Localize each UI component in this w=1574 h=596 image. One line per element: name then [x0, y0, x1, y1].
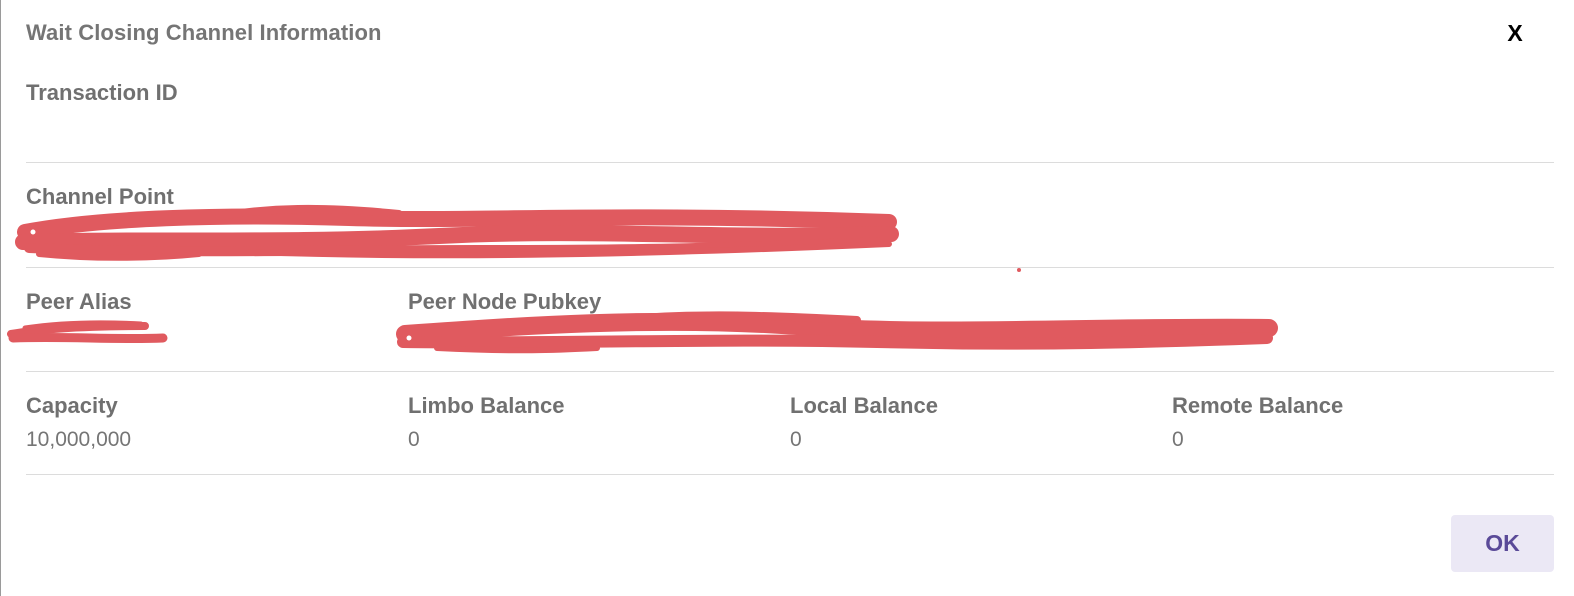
local-balance-label: Local Balance	[790, 393, 938, 418]
transaction-id-label: Transaction ID	[26, 80, 178, 105]
limbo-balance-value: 0	[408, 428, 420, 451]
channel-point-redaction	[15, 204, 899, 261]
limbo-balance-field: Limbo Balance 0	[408, 372, 564, 452]
peer-alias-field: Peer Alias	[26, 268, 132, 315]
capacity-value: 10,000,000	[26, 428, 132, 451]
redaction-dot	[1017, 268, 1021, 272]
remote-balance-value: 0	[1172, 428, 1184, 451]
remote-balance-label: Remote Balance	[1172, 393, 1344, 418]
local-balance-field: Local Balance 0	[790, 372, 938, 452]
capacity-field: Capacity 10,000,000	[26, 372, 131, 452]
dialog-title: Wait Closing Channel Information	[26, 20, 382, 45]
peer-node-pubkey-redaction	[396, 311, 1278, 354]
remote-balance-field: Remote Balance 0	[1172, 372, 1343, 452]
ok-button[interactable]: OK	[1451, 515, 1554, 572]
balances-section: Capacity 10,000,000 Limbo Balance 0 Loca…	[26, 372, 1554, 475]
transaction-id-field: Transaction ID	[26, 78, 178, 115]
channel-point-field: Channel Point	[26, 163, 174, 210]
peer-alias-label: Peer Alias	[26, 289, 132, 314]
peer-alias-redaction	[7, 320, 168, 344]
close-button[interactable]: X	[1499, 16, 1531, 50]
transaction-id-section: Transaction ID	[26, 78, 1554, 163]
local-balance-value: 0	[790, 428, 802, 451]
capacity-label: Capacity	[26, 393, 118, 418]
limbo-balance-label: Limbo Balance	[408, 393, 565, 418]
wait-closing-channel-dialog: Wait Closing Channel Information X Trans…	[0, 0, 1574, 596]
